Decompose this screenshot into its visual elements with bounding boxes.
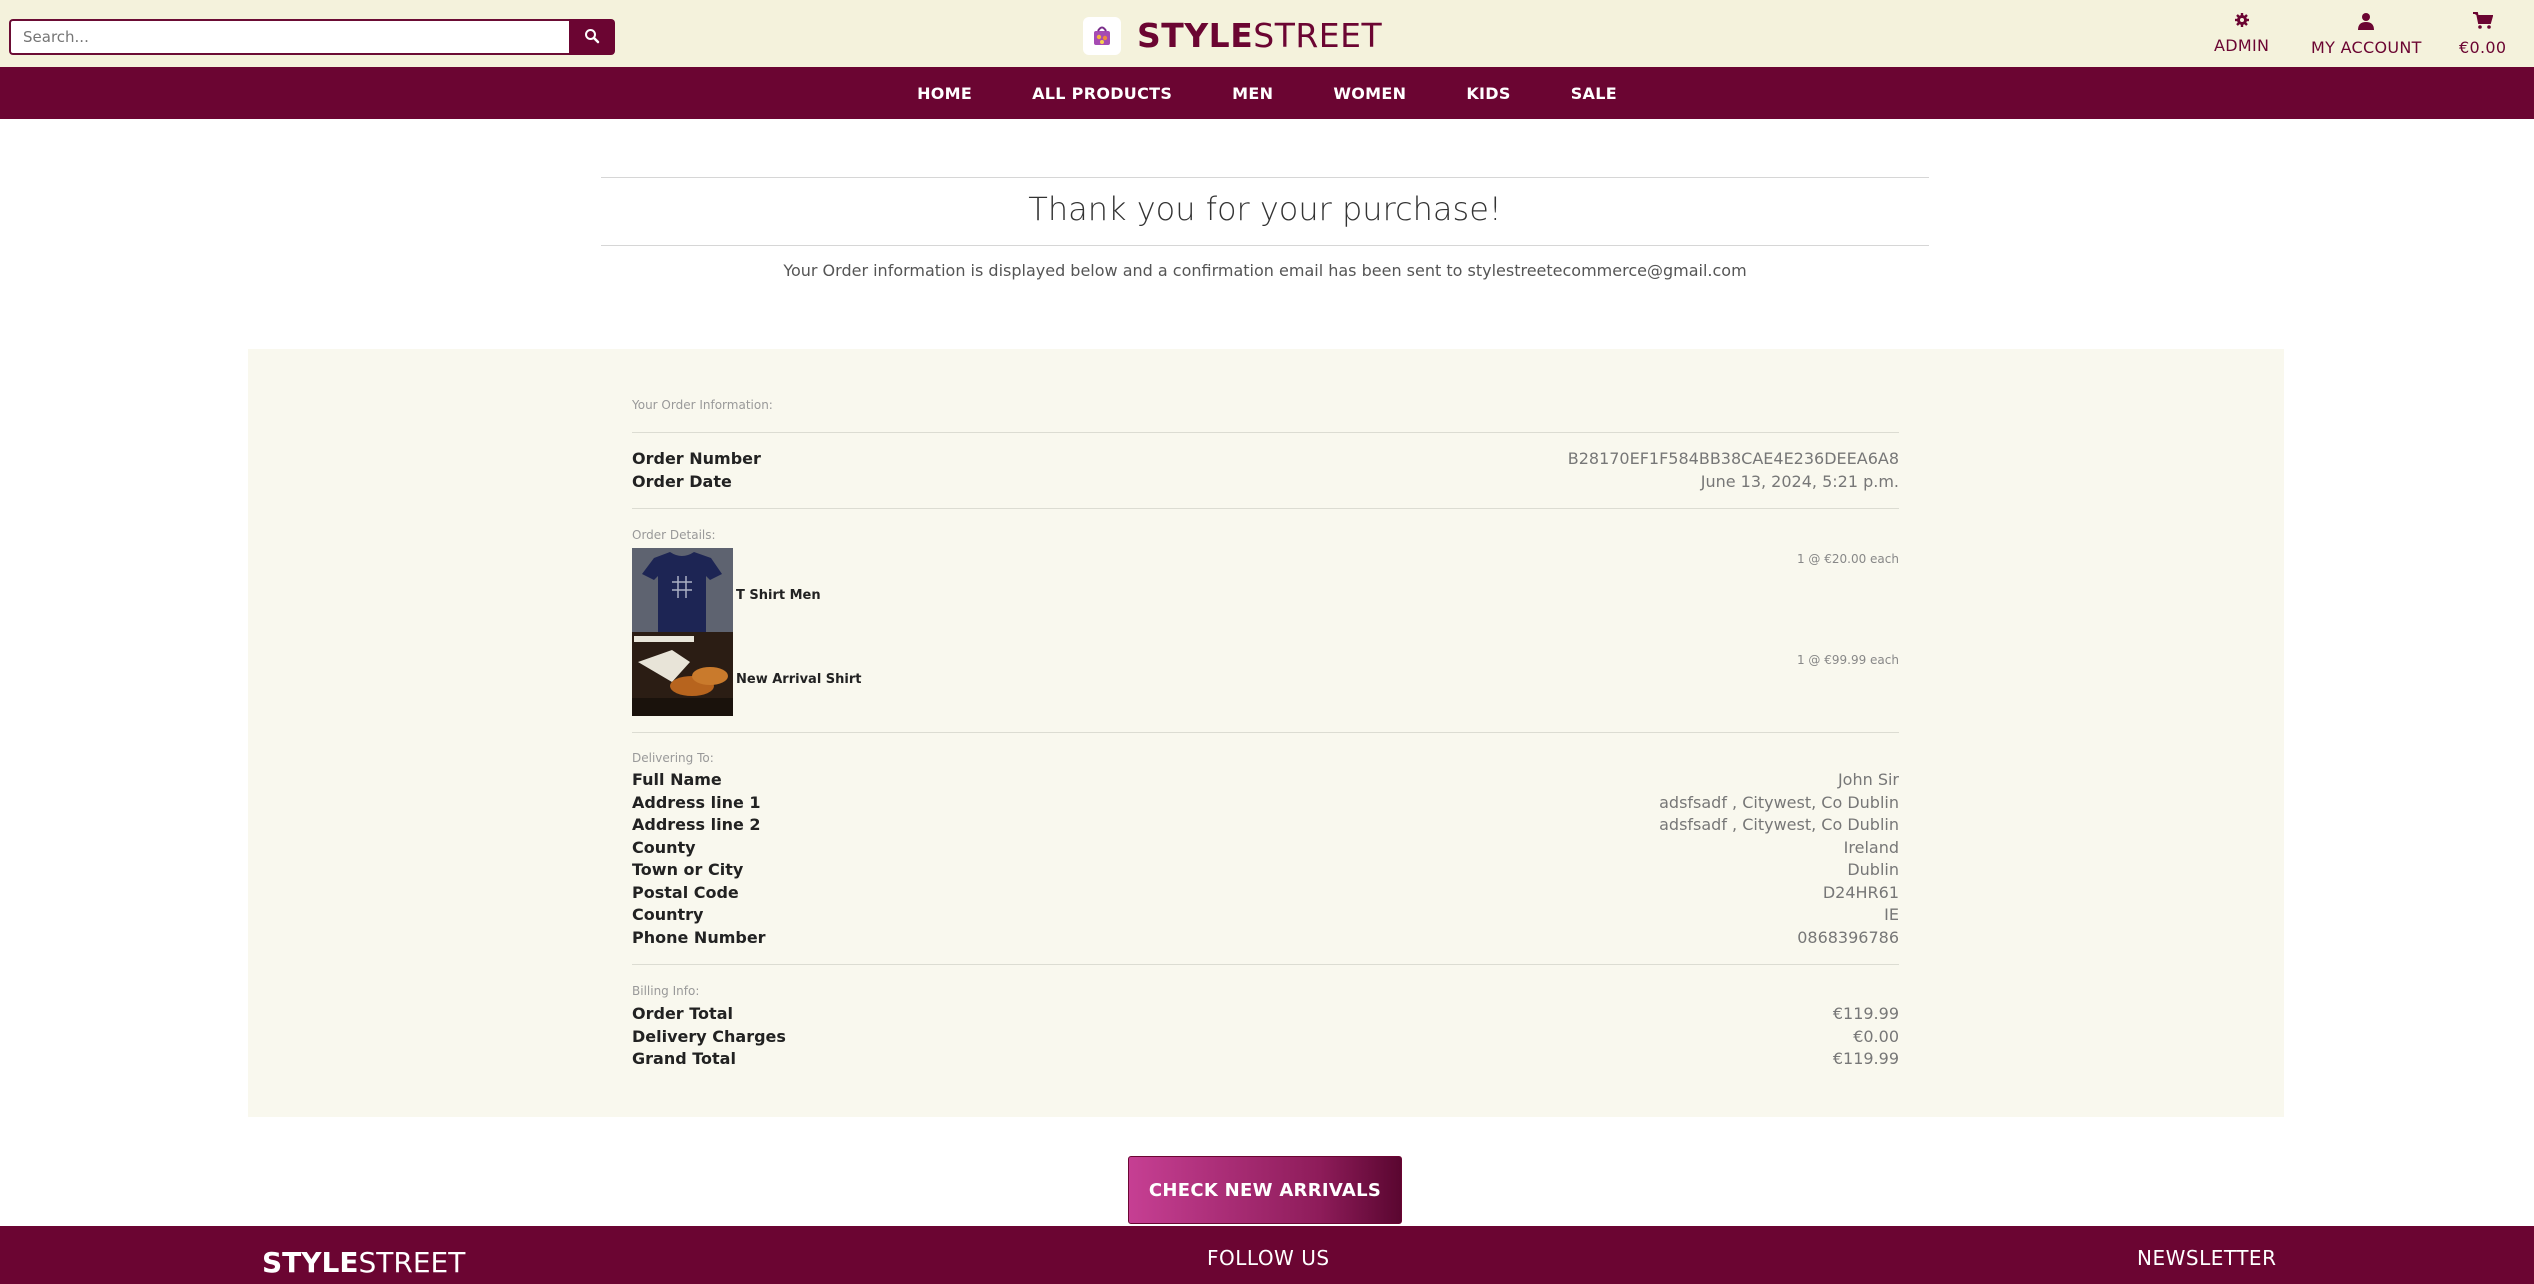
billing-key: Delivery Charges: [632, 1027, 786, 1046]
order-number-value: B28170EF1F584BB38CAE4E236DEEA6A8: [1567, 449, 1899, 468]
logo-text-bold: STYLE: [1137, 16, 1254, 55]
delivery-row: Phone Number 0868396786: [632, 928, 1899, 947]
billing-label: Billing Info:: [632, 984, 700, 998]
billing-row: Delivery Charges €0.00: [632, 1027, 1899, 1046]
delivery-label: Delivering To:: [632, 751, 714, 765]
logo-text: STYLESTREET: [1137, 16, 1382, 55]
divider: [632, 432, 1899, 433]
my-account-label: MY ACCOUNT: [2311, 38, 2422, 57]
nav-sale[interactable]: SALE: [1571, 84, 1617, 103]
billing-value: €0.00: [1853, 1027, 1899, 1046]
delivery-value: adsfsadf , Citywest, Co Dublin: [1659, 815, 1899, 834]
nav-kids[interactable]: KIDS: [1466, 84, 1510, 103]
nav-men[interactable]: MEN: [1232, 84, 1273, 103]
search-icon: [584, 28, 600, 47]
newsletter-heading: NEWSLETTER: [2137, 1246, 2277, 1270]
confirmation-message: Your Order information is displayed belo…: [783, 261, 1747, 280]
item-name: New Arrival Shirt: [736, 672, 862, 687]
delivery-row: Address line 1 adsfsadf , Citywest, Co Du…: [632, 793, 1899, 812]
order-number-label: Order Number: [632, 449, 761, 468]
billing-key: Grand Total: [632, 1049, 736, 1068]
search-input[interactable]: [9, 19, 569, 55]
follow-us-heading: FOLLOW US: [1207, 1246, 1330, 1270]
search-form: [9, 19, 615, 55]
nav-all-products[interactable]: ALL PRODUCTS: [1032, 84, 1172, 103]
billing-row: Order Total €119.99: [632, 1004, 1899, 1023]
delivery-key: Phone Number: [632, 928, 766, 947]
billing-row: Grand Total €119.99: [632, 1049, 1899, 1068]
delivery-value: IE: [1884, 905, 1899, 924]
order-date-value: June 13, 2024, 5:21 p.m.: [1700, 472, 1899, 491]
cart-link[interactable]: €0.00: [2459, 12, 2506, 57]
order-number-row: Order Number B28170EF1F584BB38CAE4E236DE…: [632, 449, 1899, 468]
check-new-arrivals-button[interactable]: CHECK NEW ARRIVALS: [1128, 1156, 1402, 1224]
delivery-value: John Sir: [1837, 770, 1899, 789]
admin-label: ADMIN: [2214, 36, 2270, 55]
site-logo[interactable]: STYLESTREET: [1083, 16, 1382, 55]
logo-text-light: STREET: [1253, 16, 1383, 55]
item-price: 1 @ €99.99 each: [1796, 653, 1899, 667]
divider: [601, 177, 1929, 178]
delivery-key: Country: [632, 905, 704, 924]
order-info-label: Your Order Information:: [632, 398, 773, 412]
delivery-row: Full Name John Sir: [632, 770, 1899, 789]
order-details-label: Order Details:: [632, 528, 716, 542]
billing-value: €119.99: [1832, 1049, 1899, 1068]
delivery-key: Address line 2: [632, 815, 761, 834]
billing-value: €119.99: [1832, 1004, 1899, 1023]
billing-key: Order Total: [632, 1004, 733, 1023]
footer-logo-bold: STYLE: [262, 1246, 359, 1279]
product-image-shirt: [632, 632, 733, 716]
delivery-row: County Ireland: [632, 838, 1899, 857]
order-date-row: Order Date June 13, 2024, 5:21 p.m.: [632, 472, 1899, 491]
delivery-row: Address line 2 adsfsadf , Citywest, Co Du…: [632, 815, 1899, 834]
cart-total: €0.00: [2459, 38, 2507, 57]
delivery-value: Ireland: [1843, 838, 1899, 857]
divider: [601, 245, 1929, 246]
delivery-key: Address line 1: [632, 793, 761, 812]
delivery-key: Town or City: [632, 860, 744, 879]
delivery-value: D24HR61: [1822, 883, 1899, 902]
delivery-value: Dublin: [1847, 860, 1899, 879]
top-header: STYLESTREET ADMIN MY ACCOUNT €0.00: [0, 0, 2534, 67]
product-image-tshirt: [632, 548, 733, 632]
footer-logo[interactable]: STYLESTREET: [262, 1246, 465, 1279]
delivery-row: Town or City Dublin: [632, 860, 1899, 879]
site-footer: STYLESTREET FOLLOW US NEWSLETTER: [0, 1226, 2534, 1284]
delivery-key: County: [632, 838, 696, 857]
logo-icon: [1083, 16, 1121, 55]
delivery-key: Full Name: [632, 770, 722, 789]
divider: [632, 964, 1899, 965]
shopping-cart-icon: [2472, 12, 2493, 34]
nav-women[interactable]: WOMEN: [1333, 84, 1406, 103]
order-date-label: Order Date: [632, 472, 732, 491]
divider: [632, 732, 1899, 733]
item-name: T Shirt Men: [736, 588, 821, 603]
page-title: Thank you for your purchase!: [1028, 190, 1502, 228]
delivery-key: Postal Code: [632, 883, 739, 902]
my-account-link[interactable]: MY ACCOUNT: [2311, 12, 2422, 57]
search-button[interactable]: [569, 19, 615, 55]
main-nav: HOME ALL PRODUCTS MEN WOMEN KIDS SALE: [0, 67, 2534, 119]
delivery-value: adsfsadf , Citywest, Co Dublin: [1659, 793, 1899, 812]
footer-logo-light: STREET: [358, 1246, 466, 1279]
delivery-row: Postal Code D24HR61: [632, 883, 1899, 902]
delivery-row: Country IE: [632, 905, 1899, 924]
item-price: 1 @ €20.00 each: [1796, 552, 1899, 566]
divider: [632, 508, 1899, 509]
delivery-value: 0868396786: [1797, 928, 1899, 947]
nav-home[interactable]: HOME: [917, 84, 972, 103]
gear-icon: [2234, 12, 2250, 32]
user-icon: [2357, 12, 2375, 34]
admin-link[interactable]: ADMIN: [2214, 12, 2269, 55]
